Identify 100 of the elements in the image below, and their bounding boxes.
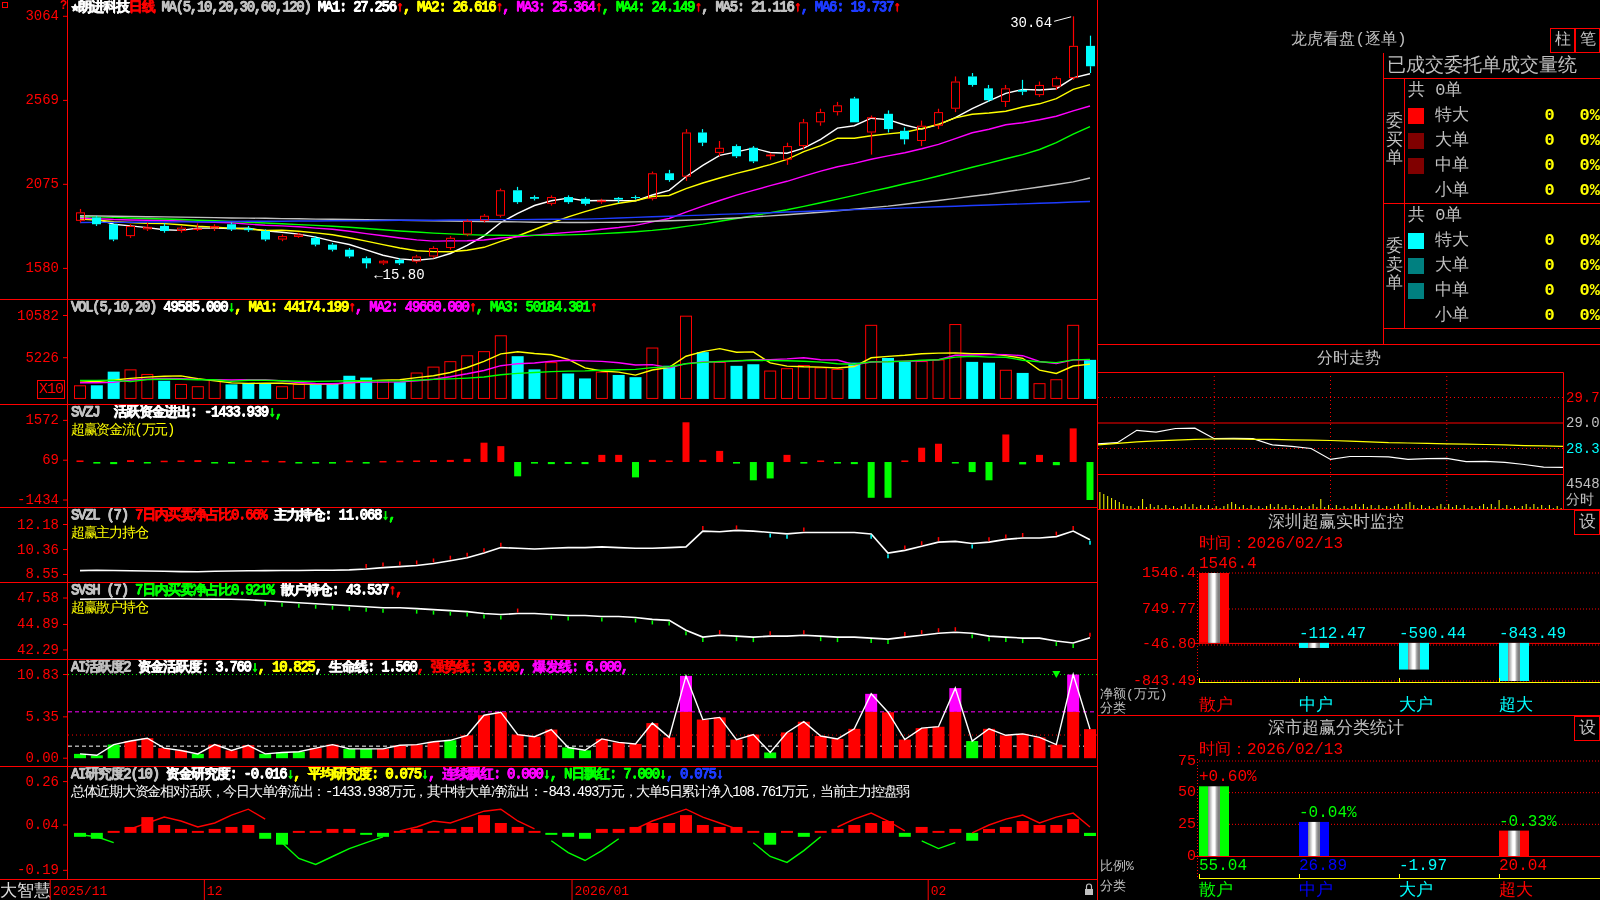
- activity-bar: [579, 750, 591, 759]
- research-bar: [646, 823, 659, 833]
- axis-label: 42.29: [17, 642, 59, 658]
- candlestick: [682, 128, 691, 182]
- candlestick: [227, 221, 236, 232]
- volume-bar: [966, 361, 979, 399]
- settings-button[interactable]: 设: [1574, 716, 1600, 741]
- value-label: 55.04: [1199, 857, 1247, 875]
- candlestick: [109, 222, 118, 242]
- research-bar: [747, 830, 760, 833]
- axis-label: 12.18: [17, 516, 59, 533]
- volume-bar: [225, 384, 238, 399]
- candlestick: [799, 118, 808, 151]
- candlestick: [92, 215, 101, 227]
- activity-bar: [898, 739, 911, 759]
- panel-title: 龙虎看盘(逐单): [1291, 30, 1407, 51]
- value-label: -843.49: [1499, 624, 1567, 643]
- research-bar: [259, 832, 272, 839]
- activity-bar: [797, 721, 810, 759]
- date-label: 02: [930, 883, 947, 899]
- volume-bar: [276, 386, 288, 399]
- activity-bar: [966, 741, 979, 759]
- category-label: 中户: [1299, 880, 1333, 900]
- axis-label: 47.58: [17, 590, 59, 607]
- research-bar: [343, 828, 356, 833]
- settings-button[interactable]: 设: [1574, 510, 1600, 535]
- research-bar: [107, 830, 120, 833]
- research-bar: [1084, 832, 1096, 836]
- help-button[interactable]: ?: [60, 0, 68, 12]
- volume-bar: [932, 359, 945, 399]
- research-bar: [1067, 819, 1080, 833]
- candlestick: [1018, 79, 1027, 96]
- candlestick: [395, 257, 404, 266]
- volume-bar: [528, 369, 541, 399]
- volume-bar: [74, 385, 86, 399]
- fund-flow-bar: [918, 447, 926, 462]
- research-bar: [208, 828, 221, 833]
- order-type: 中单: [1435, 155, 1469, 176]
- activity-bar: [478, 715, 490, 759]
- activity-bar: [612, 742, 625, 759]
- activity-bar: [427, 741, 440, 759]
- research-bar: [74, 832, 86, 837]
- category-bar: [1299, 642, 1329, 648]
- volume-bar: [713, 361, 726, 399]
- order-share: 0%: [1579, 255, 1600, 276]
- research-bar: [175, 828, 187, 833]
- fund-flow-bar: [884, 462, 892, 498]
- axis-label: 10582: [17, 307, 59, 324]
- change-label: +0.60%: [1199, 768, 1257, 787]
- activity-bar: [528, 736, 541, 759]
- fund-flow-bar: [581, 462, 589, 465]
- candlestick: [126, 223, 135, 239]
- axis-label: 69: [42, 452, 59, 469]
- research-bar: [713, 826, 726, 833]
- category-bar: [1199, 573, 1229, 643]
- brand-name: 大智慧: [0, 881, 51, 900]
- chart-mode-button[interactable]: 笔: [1575, 28, 1600, 53]
- activity-bar: [90, 755, 103, 759]
- axis-title: 净额(万元): [1100, 686, 1168, 702]
- panel-title: 深市超赢分类统计: [1268, 718, 1404, 739]
- date-label: 2026/01: [574, 883, 630, 899]
- fund-flow-bar: [1002, 434, 1010, 462]
- volume-bar: [579, 378, 591, 399]
- activity-bar: [730, 739, 743, 759]
- activity-bar: [259, 753, 272, 759]
- research-bar: [612, 828, 625, 833]
- order-count: 0: [1544, 130, 1556, 151]
- research-bar: [1050, 825, 1063, 833]
- research-bar: [511, 826, 524, 833]
- candlestick: [1069, 15, 1078, 81]
- high-price-label: 30.64: [1010, 15, 1053, 32]
- order-count: 0: [1544, 155, 1556, 176]
- group-label: 委买单: [1385, 112, 1403, 170]
- axis-label: 75: [1178, 752, 1196, 770]
- activity-bar: [1050, 744, 1063, 759]
- fund-flow-bar: [396, 460, 404, 463]
- order-share: 0%: [1579, 280, 1600, 301]
- fund-flow-bar: [699, 459, 707, 462]
- candlestick: [984, 84, 993, 103]
- volume-bar: [781, 368, 793, 399]
- activity-bar: [1016, 733, 1029, 759]
- volume-bar: [124, 369, 137, 399]
- activity-bar: [326, 744, 339, 759]
- candlestick: [1035, 80, 1044, 98]
- fund-flow-bar: [749, 462, 757, 481]
- activity-bar: [595, 738, 608, 759]
- axis-label: 2075: [25, 176, 59, 193]
- axis-label: -1434: [17, 492, 59, 508]
- chart-mode-button[interactable]: 柱: [1550, 28, 1575, 53]
- axis-label: 0.04: [25, 817, 59, 833]
- indicator-legend: VOL(5,10,20) 49585.000↓, MA1: 44174.199↑, MA2: 49660.000↑, MA3: 50184.301↑: [71, 300, 597, 314]
- axis-label: -46.80: [1142, 636, 1196, 654]
- candlestick: [446, 235, 455, 251]
- axis-title: 分类: [1100, 878, 1126, 894]
- change-label: -0.33%: [1499, 812, 1557, 831]
- activity-bar: [932, 726, 945, 759]
- category-bar: [1299, 821, 1329, 856]
- activity-bar: [242, 745, 255, 759]
- candlestick: [951, 75, 960, 113]
- research-bar: [494, 823, 507, 833]
